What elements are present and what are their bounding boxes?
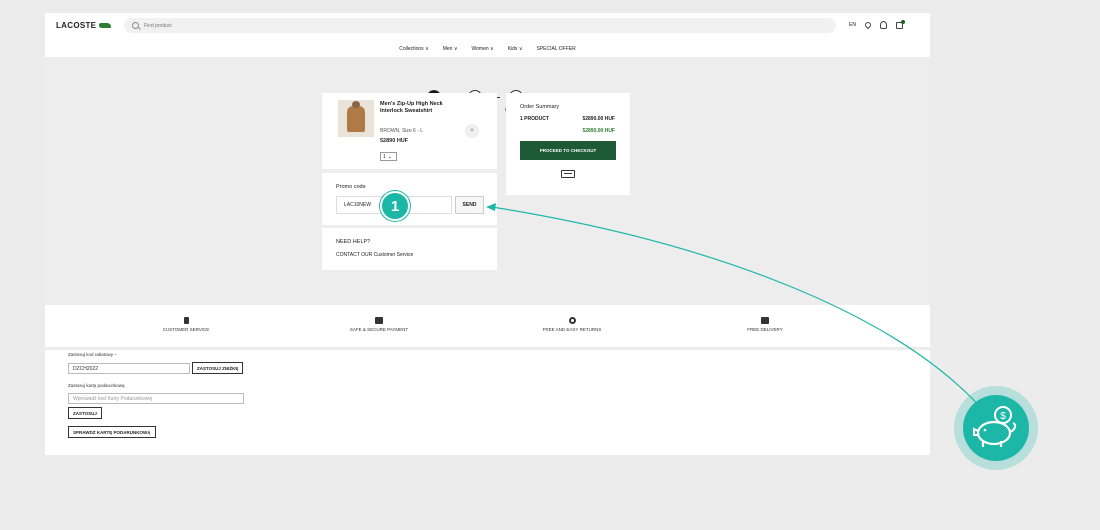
- store-locator-icon[interactable]: [863, 20, 873, 30]
- svg-text:$: $: [1000, 411, 1006, 422]
- piggy-bank-badge: $: [954, 386, 1038, 470]
- apply-discount-button[interactable]: ZASTOSUJ ZNIŻKĘ: [192, 362, 244, 374]
- product-price: 52890 HUF: [380, 138, 409, 144]
- sweater-shape: [347, 106, 365, 132]
- nav-item-special-offer[interactable]: SPECIAL OFFER: [536, 46, 575, 52]
- site-header: LACOSTE EN: [45, 13, 930, 40]
- delivery-box-icon: [761, 317, 769, 324]
- summary-title: Order Summary: [520, 104, 560, 110]
- quantity-select[interactable]: 1 ⌄: [380, 152, 397, 161]
- features-band: CUSTOMER SERVICE SAFE & SECURE PAYMENT F…: [45, 305, 930, 347]
- product-meta: BROWN, Size 6 - L: [380, 128, 424, 134]
- crocodile-icon: [99, 23, 112, 28]
- send-button[interactable]: SEND: [455, 196, 484, 214]
- bag-badge: [900, 19, 905, 24]
- feature-label: CUSTOMER SERVICE: [162, 327, 210, 332]
- subtotal-price: 52890.00 HUF: [582, 116, 615, 122]
- search-icon: [132, 22, 139, 29]
- nav-item-kids[interactable]: Kids ∨: [508, 46, 523, 52]
- feature-returns: FREE AND EASY RETURNS: [517, 317, 627, 332]
- proceed-to-checkout-button[interactable]: PROCEED TO CHECKOUT: [520, 141, 616, 160]
- promo-code-card: Promo code LAC10NEW SEND 1: [322, 173, 497, 225]
- customer-service-link[interactable]: CONTACT OUR Customer Service: [336, 252, 413, 258]
- nav-item-collections[interactable]: Collections ∨: [399, 46, 429, 52]
- gift-card-label: Zastosuj kartę podarunkową: [68, 383, 125, 388]
- apply-gift-card-button[interactable]: ZASTOSUJ: [68, 407, 102, 419]
- piggy-bank-icon: $: [963, 395, 1029, 461]
- discount-code-label: Zastosuj kod rabatowy –: [68, 352, 117, 357]
- cart-item-card: Men's Zip-Up High Neck Interlock Sweatsh…: [322, 93, 497, 169]
- header-actions: EN: [849, 19, 905, 30]
- customer-service-icon: [183, 317, 189, 324]
- chevron-down-icon: ⌄: [387, 153, 392, 160]
- feature-label: FREE AND EASY RETURNS: [542, 327, 602, 332]
- close-icon: ×: [470, 128, 474, 134]
- quantity-value: 1: [383, 153, 386, 160]
- remove-item-button[interactable]: ×: [465, 124, 479, 138]
- lacoste-logo[interactable]: LACOSTE: [56, 21, 112, 30]
- page-frame: LACOSTE EN Collections ∨ Men ∨ Women ∨ K…: [45, 13, 930, 455]
- logo-text: LACOSTE: [56, 21, 97, 30]
- card-icon: [375, 317, 383, 324]
- nav-item-men[interactable]: Men ∨: [443, 46, 458, 52]
- product-name[interactable]: Men's Zip-Up High Neck Interlock Sweatsh…: [380, 101, 450, 115]
- product-count: 1 PRODUCT: [520, 116, 549, 122]
- delivery-truck-icon: [561, 170, 575, 178]
- check-gift-card-button[interactable]: SPRAWDŹ KARTĘ PODARUNKOWĄ: [68, 426, 156, 438]
- help-card: NEED HELP? CONTACT OUR Customer Service: [322, 228, 497, 270]
- search-bar[interactable]: [124, 18, 836, 33]
- gift-card-form: Zastosuj kod rabatowy – DZCH2022 ZASTOSU…: [45, 350, 930, 455]
- search-input[interactable]: [144, 22, 444, 29]
- feature-secure-payment: SAFE & SECURE PAYMENT: [324, 317, 434, 332]
- total-price: 52890.00 HUF: [582, 128, 615, 134]
- feature-label: FREE DELIVERY: [747, 327, 783, 332]
- feature-delivery: FREE DELIVERY: [710, 317, 820, 332]
- model-head-shape: [352, 101, 360, 108]
- returns-icon: [568, 317, 576, 324]
- product-image[interactable]: [338, 100, 374, 137]
- main-nav: Collections ∨ Men ∨ Women ∨ Kids ∨ SPECI…: [45, 40, 930, 57]
- feature-customer-service: CUSTOMER SERVICE: [131, 317, 241, 332]
- nav-item-women[interactable]: Women ∨: [472, 46, 494, 52]
- gift-card-input[interactable]: Wprowadź kod Karty Podarunkowej: [68, 393, 244, 404]
- discount-code-input[interactable]: DZCH2022: [68, 363, 190, 374]
- language-selector[interactable]: EN: [849, 22, 856, 28]
- account-icon[interactable]: [879, 21, 887, 29]
- piggy-bank-glyph: $: [973, 406, 1017, 447]
- promo-title: Promo code: [336, 184, 366, 190]
- help-title: NEED HELP?: [336, 239, 371, 245]
- order-summary-card: Order Summary 1 PRODUCT 52890.00 HUF 528…: [506, 93, 630, 195]
- feature-label: SAFE & SECURE PAYMENT: [349, 327, 409, 332]
- checkout-area: 1 2 3 SHOPPING BAG SHIPPING PAYMENT Men'…: [45, 57, 930, 305]
- shopping-bag-icon[interactable]: [895, 19, 905, 29]
- step-marker-badge: 1: [380, 191, 410, 221]
